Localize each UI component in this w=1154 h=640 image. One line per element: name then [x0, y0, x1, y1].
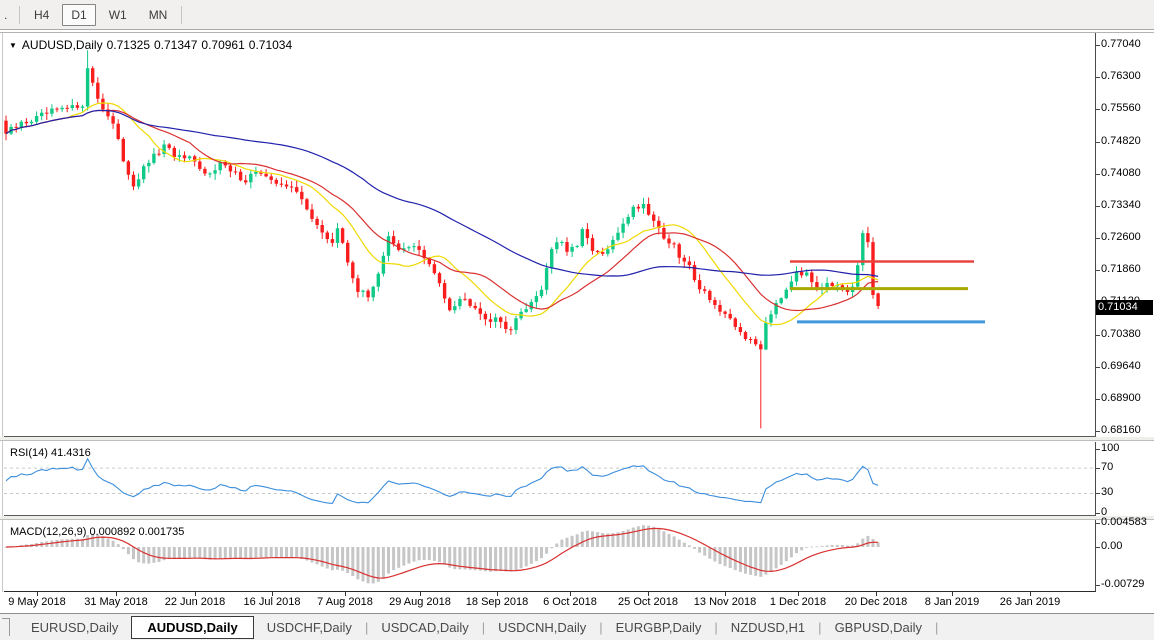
chart-tab-usdcnh[interactable]: USDCNH,Daily — [485, 617, 599, 638]
time-axis-label: 9 May 2018 — [8, 596, 65, 608]
price-axis-label: 0.68160 — [1101, 424, 1141, 436]
timeframe-button-w1[interactable]: W1 — [100, 4, 136, 26]
ohlc-close: 0.71034 — [249, 38, 292, 52]
rsi-axis-label: 30 — [1101, 486, 1113, 498]
rsi-axis-tick — [1096, 468, 1100, 469]
time-axis-label: 8 Jan 2019 — [925, 596, 979, 608]
macd-axis-label: 0.004583 — [1101, 516, 1147, 528]
macd-name: MACD(12,26,9) — [10, 526, 86, 538]
timeframe-button-mn[interactable]: MN — [140, 4, 177, 26]
partial-toolbar-button[interactable]: . — [0, 8, 16, 22]
price-axis-label: 0.69640 — [1101, 360, 1141, 372]
price-axis-label: 0.70380 — [1101, 328, 1141, 340]
chart-tab-eurusd[interactable]: EURUSD,Daily — [18, 617, 131, 638]
rsi-axis-label: 70 — [1101, 461, 1113, 473]
price-axis-tick — [1096, 367, 1100, 368]
time-axis-label: 6 Oct 2018 — [543, 596, 597, 608]
macd-value: 0.000892 — [89, 526, 135, 538]
chart-tab-eurgbp[interactable]: EURGBP,Daily — [603, 617, 715, 638]
price-axis-label: 0.73340 — [1101, 199, 1141, 211]
rsi-canvas[interactable] — [4, 442, 1095, 515]
time-axis-label: 18 Sep 2018 — [466, 596, 528, 608]
ohlc-open: 0.71325 — [107, 38, 150, 52]
rsi-axis-tick — [1096, 449, 1100, 450]
ohlc-low: 0.70961 — [201, 38, 244, 52]
timeframe-button-h4[interactable]: H4 — [25, 4, 58, 26]
rsi-axis-label: 100 — [1101, 442, 1119, 454]
toolbar-separator-2 — [181, 6, 182, 24]
chart-dropdown-icon[interactable]: ▼ — [9, 41, 17, 50]
time-axis-label: 26 Jan 2019 — [1000, 596, 1061, 608]
chart-tab-audusd[interactable]: AUDUSD,Daily — [131, 616, 253, 639]
macd-label: MACD(12,26,9) 0.000892 0.001735 — [10, 526, 184, 538]
price-axis-tick — [1096, 206, 1100, 207]
chart-tab-usdchf[interactable]: USDCHF,Daily — [254, 617, 365, 638]
tab-separator: | — [935, 620, 938, 635]
time-axis-label: 22 Jun 2018 — [165, 596, 226, 608]
time-axis-label: 13 Nov 2018 — [694, 596, 756, 608]
price-axis-tick — [1096, 431, 1100, 432]
price-axis-tick — [1096, 238, 1100, 239]
chart-tab-nzdusd[interactable]: NZDUSD,H1 — [718, 617, 818, 638]
price-axis-label: 0.72600 — [1101, 231, 1141, 243]
price-axis-label: 0.75560 — [1101, 102, 1141, 114]
panel-splitter[interactable] — [0, 437, 1154, 441]
time-axis-label: 16 Jul 2018 — [244, 596, 301, 608]
macd-axis-label: 0.00 — [1101, 540, 1122, 552]
timeframe-buttons: H4D1W1MN — [23, 4, 178, 26]
macd-axis-tick — [1096, 547, 1100, 548]
price-axis-tick — [1096, 174, 1100, 175]
time-axis-label: 31 May 2018 — [84, 596, 148, 608]
price-axis-tick — [1096, 109, 1100, 110]
price-axis-label: 0.77040 — [1101, 38, 1141, 50]
price-axis-tick — [1096, 45, 1100, 46]
rsi-name: RSI(14) — [10, 447, 48, 459]
time-axis-label: 25 Oct 2018 — [618, 596, 678, 608]
price-axis-label: 0.71860 — [1101, 263, 1141, 275]
price-axis-label: 0.68900 — [1101, 392, 1141, 404]
price-axis-label: 0.74820 — [1101, 135, 1141, 147]
macd-axis-label: -0.00729 — [1101, 578, 1144, 590]
rsi-label: RSI(14) 41.4316 — [10, 447, 91, 459]
chart-window-left-border — [2, 33, 3, 592]
chart-title: ▼ AUDUSD,Daily 0.71325 0.71347 0.70961 0.7103… — [9, 38, 296, 52]
ohlc-high: 0.71347 — [154, 38, 197, 52]
time-axis-label: 29 Aug 2018 — [389, 596, 451, 608]
price-axis-tick — [1096, 142, 1100, 143]
price-axis-tick — [1096, 270, 1100, 271]
macd-signal-value: 0.001735 — [138, 526, 184, 538]
rsi-panel[interactable] — [4, 442, 1096, 516]
price-axis-label: 0.76300 — [1101, 70, 1141, 82]
rsi-value: 41.4316 — [51, 447, 91, 459]
chart-tab-gbpusd[interactable]: GBPUSD,Daily — [822, 617, 935, 638]
price-chart-canvas[interactable] — [4, 33, 1095, 436]
price-chart-panel[interactable] — [4, 33, 1096, 437]
price-axis-tick — [1096, 77, 1100, 78]
current-price-box: 0.71034 — [1096, 300, 1153, 315]
toolbar-separator — [19, 6, 20, 24]
chart-tab-bar: EURUSD,DailyAUDUSD,DailyUSDCHF,Daily | USD… — [0, 613, 1154, 640]
chart-symbol: AUDUSD,Daily — [22, 38, 103, 52]
chart-tab-usdcad[interactable]: USDCAD,Daily — [368, 617, 481, 638]
partial-tab[interactable] — [2, 618, 10, 636]
time-axis-label: 7 Aug 2018 — [317, 596, 373, 608]
macd-axis-tick — [1096, 523, 1100, 524]
rsi-axis-tick — [1096, 493, 1100, 494]
price-axis-tick — [1096, 399, 1100, 400]
time-axis[interactable]: 9 May 2018 31 May 2018 22 Jun 2018 16 Jul 2… — [0, 592, 1154, 613]
rsi-axis-tick — [1096, 513, 1100, 514]
price-axis-label: 0.74080 — [1101, 167, 1141, 179]
time-axis-label: 1 Dec 2018 — [770, 596, 826, 608]
time-axis-label: 20 Dec 2018 — [845, 596, 907, 608]
timeframe-button-d1[interactable]: D1 — [62, 4, 95, 26]
price-axis-tick — [1096, 335, 1100, 336]
timeframe-toolbar: . H4D1W1MN — [0, 0, 1154, 30]
macd-axis-tick — [1096, 585, 1100, 586]
